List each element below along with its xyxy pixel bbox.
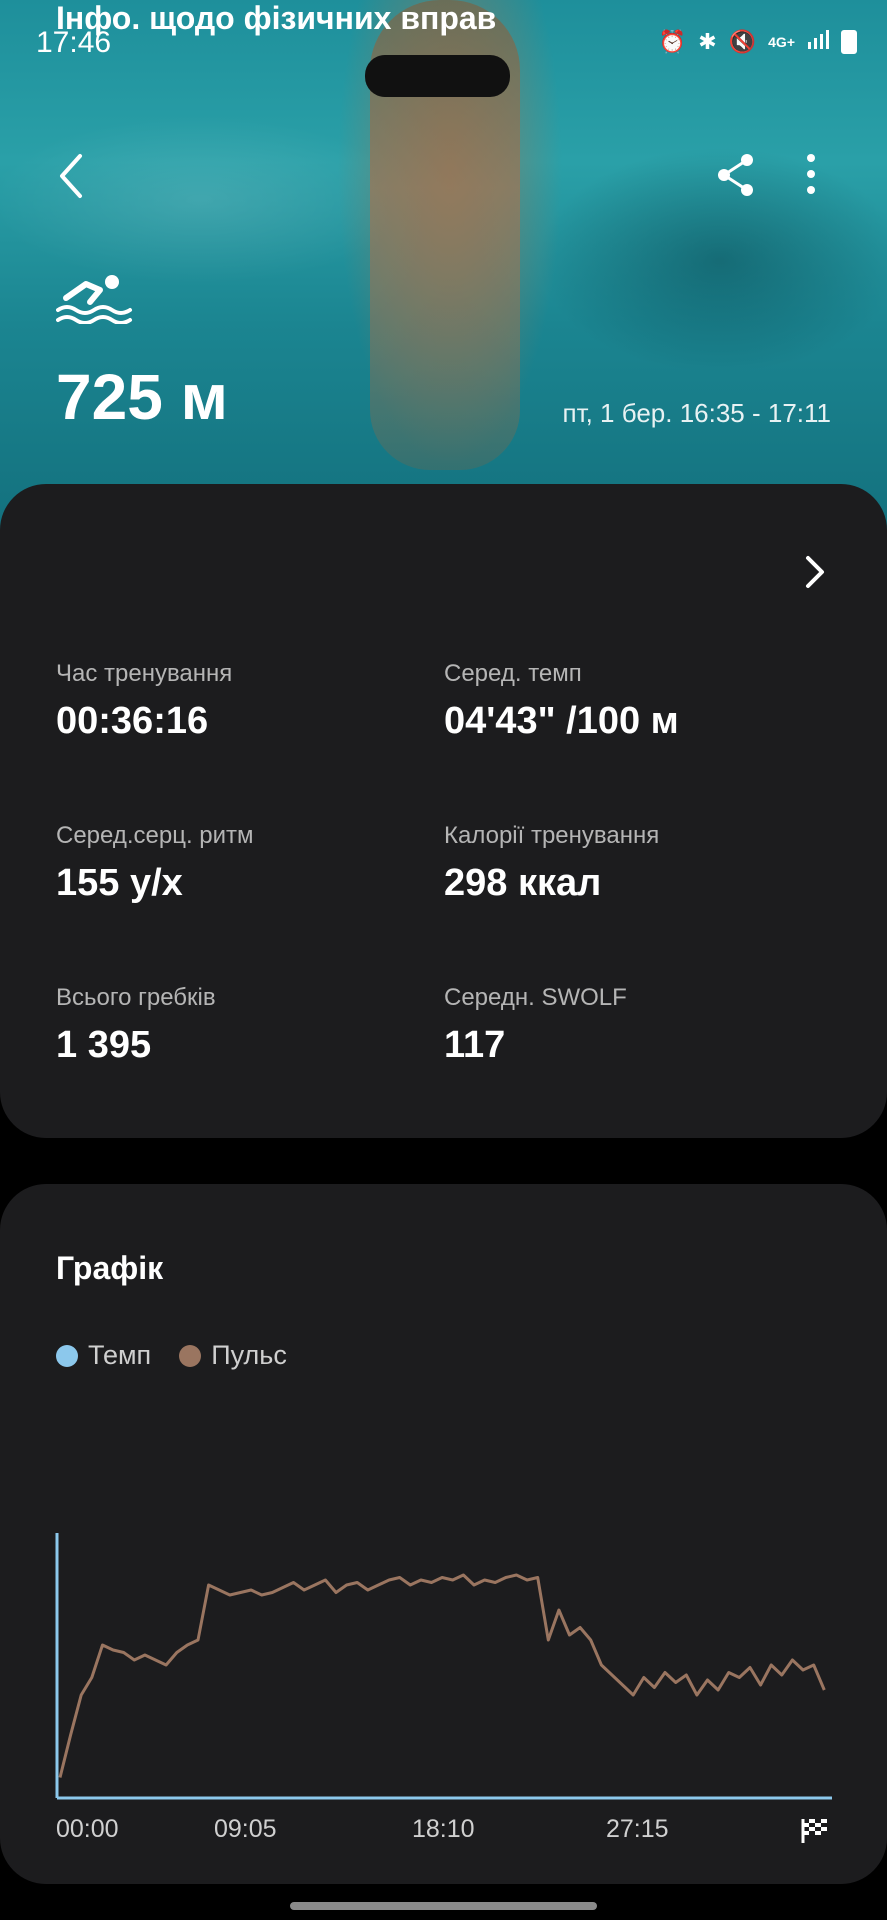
home-indicator[interactable] (290, 1902, 597, 1910)
finish-flag-icon (800, 1816, 830, 1844)
chart-x-tick: 09:05 (214, 1815, 277, 1843)
pace-pulse-chart (55, 1533, 832, 1800)
chart-x-tick: 27:15 (606, 1815, 669, 1843)
chart-series-pulse (58, 1573, 826, 1778)
chart-x-tick: 18:10 (412, 1815, 475, 1843)
chart-x-tick: 00:00 (56, 1815, 119, 1843)
